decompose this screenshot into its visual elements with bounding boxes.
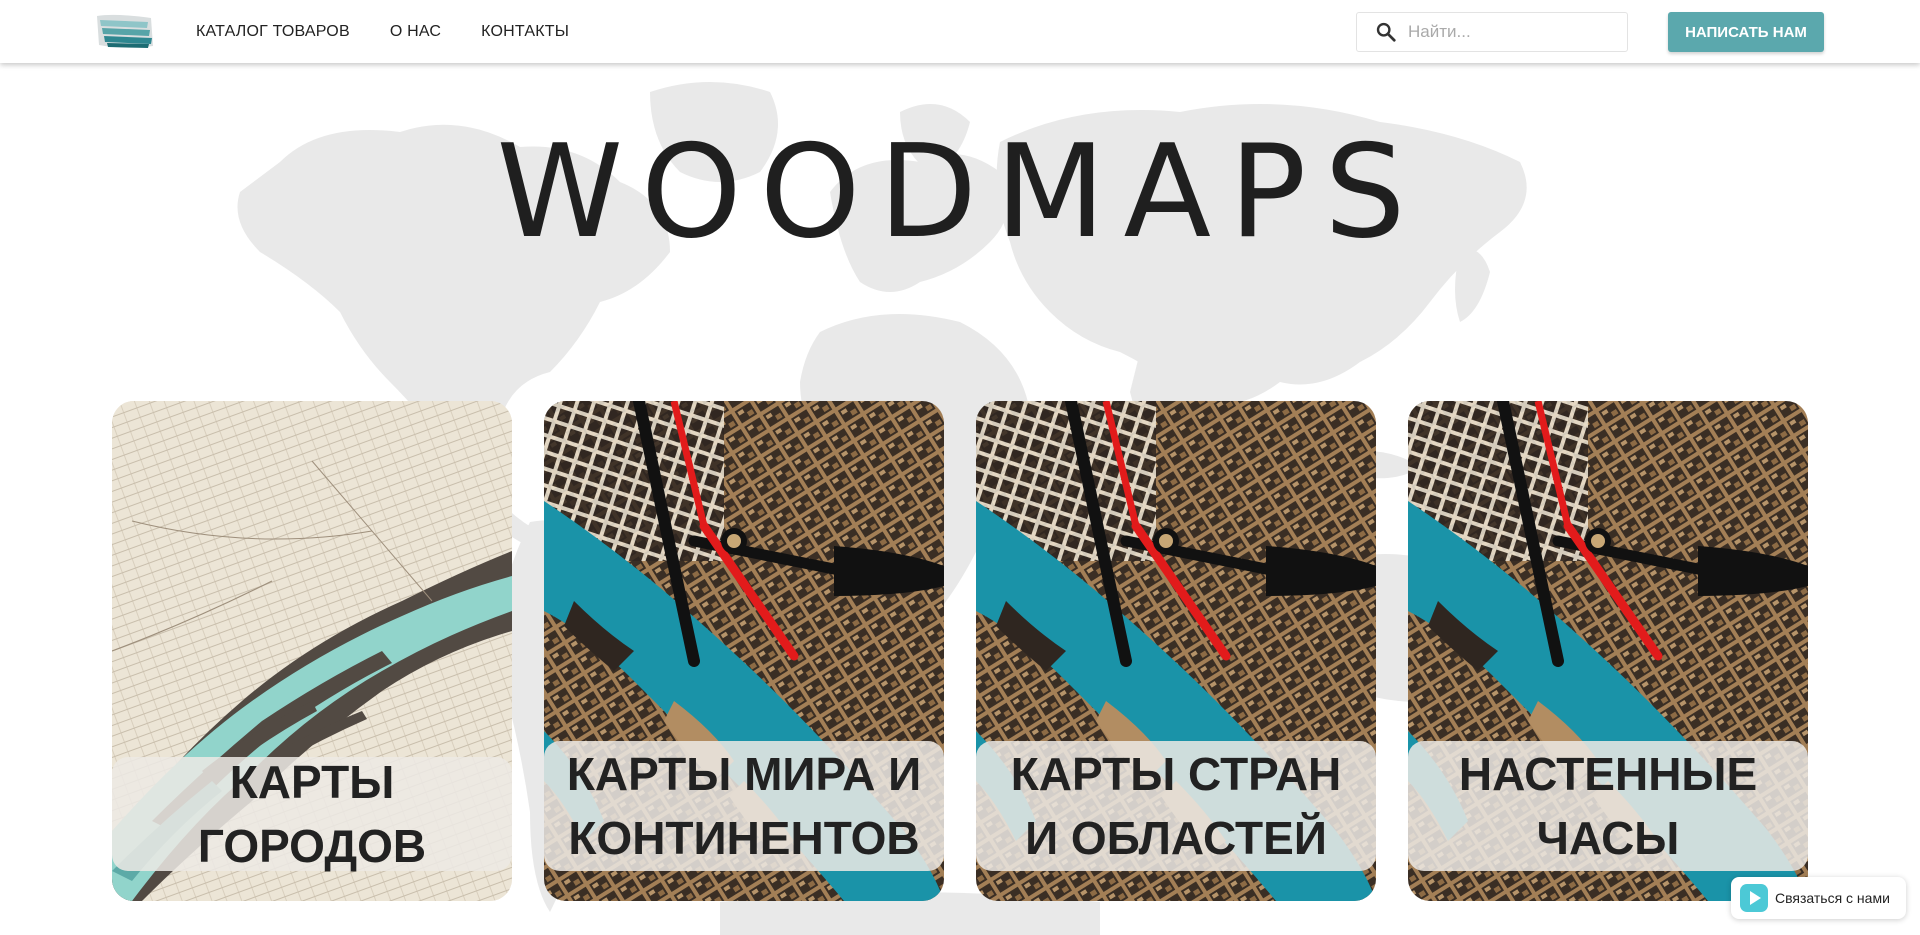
card-label: КАРТЫ МИРА И КОНТИНЕНТОВ xyxy=(544,741,944,871)
search-input[interactable] xyxy=(1406,16,1610,48)
contact-us-widget[interactable]: Связаться с нами xyxy=(1731,877,1906,919)
write-us-button[interactable]: НАПИСАТЬ НАМ xyxy=(1668,12,1824,52)
search-icon[interactable] xyxy=(1374,20,1398,44)
chat-widget-label: Связаться с нами xyxy=(1775,890,1890,906)
category-card-world-maps[interactable]: КАРТЫ МИРА И КОНТИНЕНТОВ xyxy=(544,401,944,901)
site-header: КАТАЛОГ ТОВАРОВ О НАС КОНТАКТЫ НАПИСАТЬ … xyxy=(0,0,1920,63)
nav-link-catalog[interactable]: КАТАЛОГ ТОВАРОВ xyxy=(196,23,350,41)
category-card-wall-clocks[interactable]: НАСТЕННЫЕ ЧАСЫ xyxy=(1408,401,1808,901)
site-logo[interactable] xyxy=(95,12,157,52)
nav-link-about[interactable]: О НАС xyxy=(390,23,441,41)
card-label: НАСТЕННЫЕ ЧАСЫ xyxy=(1408,741,1808,871)
category-card-city-maps[interactable]: КАРТЫ ГОРОДОВ xyxy=(112,401,512,901)
chat-play-icon xyxy=(1739,883,1769,913)
card-label: КАРТЫ ГОРОДОВ xyxy=(112,756,512,872)
main-nav: КАТАЛОГ ТОВАРОВ О НАС КОНТАКТЫ xyxy=(196,0,569,63)
nav-link-contacts[interactable]: КОНТАКТЫ xyxy=(481,23,569,41)
hero-title: WOODMAPS xyxy=(496,118,1424,267)
search-box xyxy=(1356,12,1628,52)
card-label: КАРТЫ СТРАН И ОБЛАСТЕЙ xyxy=(976,741,1376,871)
category-card-country-maps[interactable]: КАРТЫ СТРАН И ОБЛАСТЕЙ xyxy=(976,401,1376,901)
